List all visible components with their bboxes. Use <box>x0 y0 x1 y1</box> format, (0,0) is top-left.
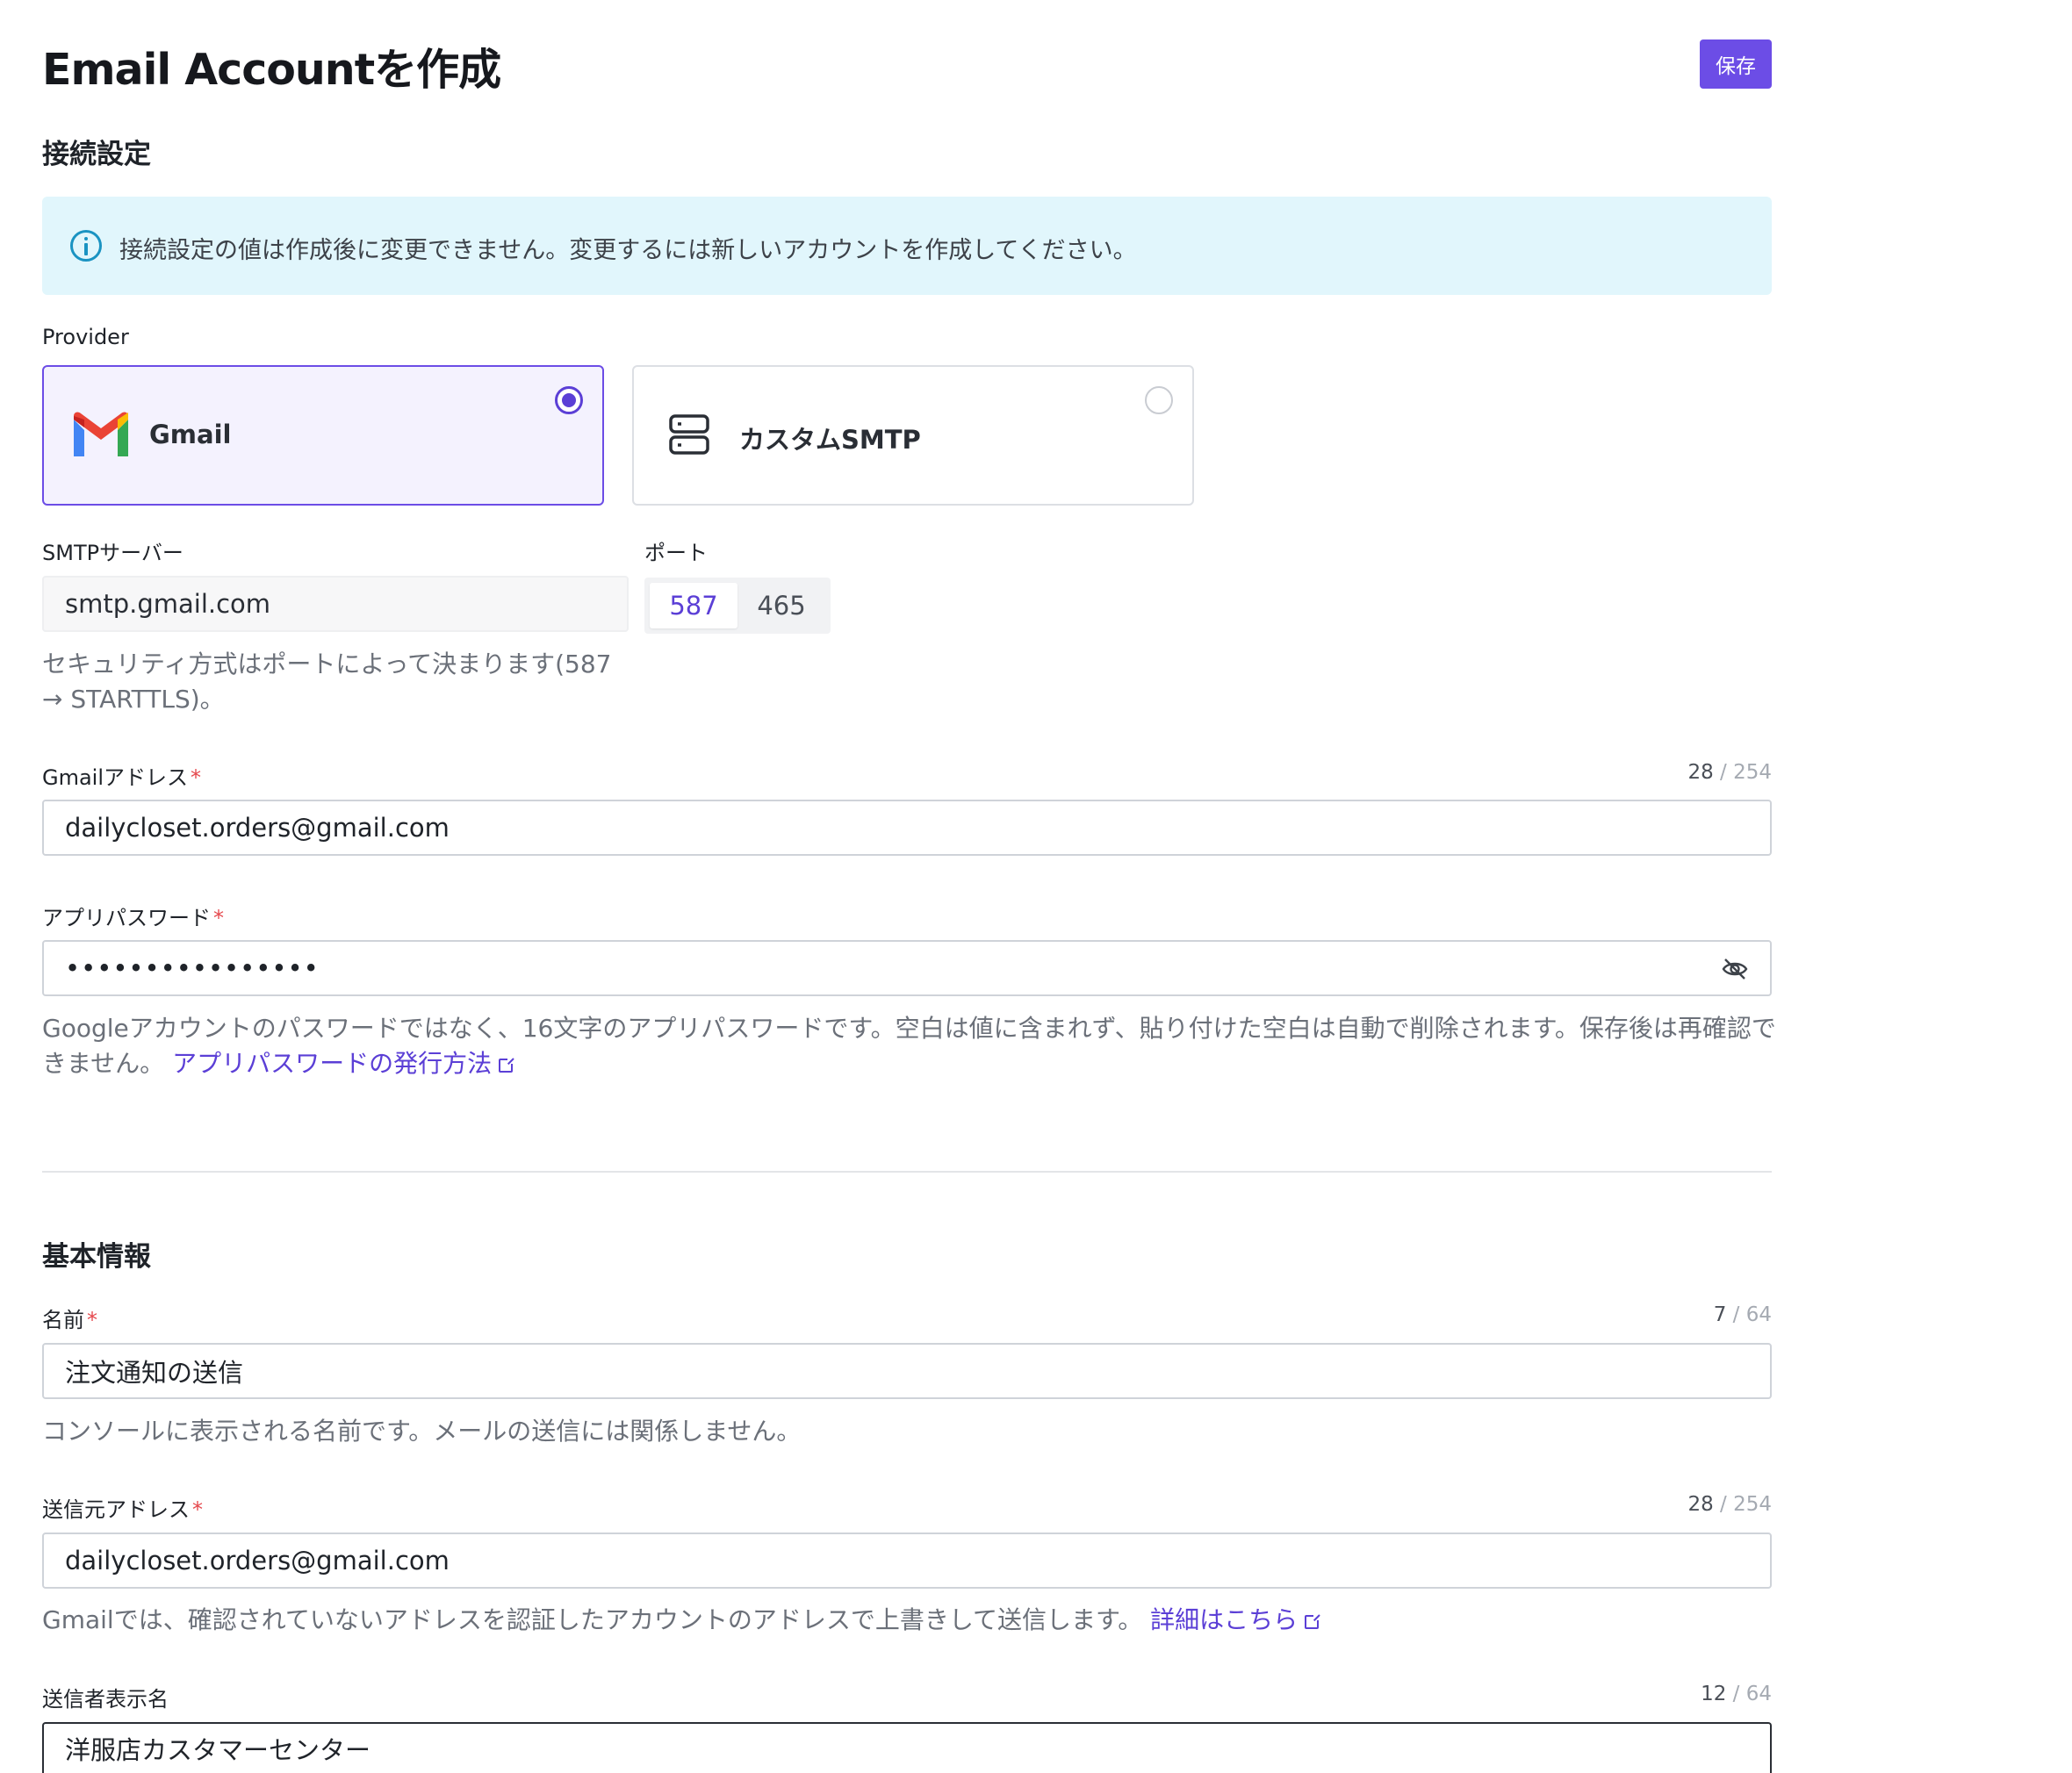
name-help: コンソールに表示される名前です。メールの送信には関係しません。 <box>42 1417 802 1446</box>
app-password-help: Googleアカウントのパスワードではなく、16文字のアプリパスワードです。空白… <box>42 1014 1776 1078</box>
gmail-logo-icon <box>74 412 128 456</box>
provider-option-custom-smtp[interactable]: カスタムSMTP <box>632 365 1194 506</box>
provider-option-gmail[interactable]: Gmail <box>42 365 604 506</box>
page-title: Email Accountを作成 <box>42 45 501 95</box>
provider-label-custom-smtp: カスタムSMTP <box>739 425 921 455</box>
port-option-587[interactable]: 587 <box>650 583 737 628</box>
port-option-465[interactable]: 465 <box>737 583 825 628</box>
section-divider <box>42 1171 1772 1173</box>
from-address-counter: 28 / 254 <box>1687 1493 1772 1516</box>
external-link-icon <box>1305 1613 1321 1629</box>
gmail-address-counter: 28 / 254 <box>1687 761 1772 784</box>
sender-name-label: 送信者表示名 <box>42 1687 169 1712</box>
name-label: 名前 * <box>42 1308 97 1332</box>
info-banner-text: 接続設定の値は作成後に変更できません。変更するには新しいアカウントを作成してくだ… <box>119 237 1137 264</box>
external-link-icon <box>499 1057 515 1073</box>
name-input[interactable] <box>42 1343 1772 1399</box>
provider-label-gmail: Gmail <box>149 420 232 449</box>
basic-section-title: 基本情報 <box>42 1241 151 1273</box>
smtp-server-input <box>42 576 629 632</box>
port-label: ポート <box>644 541 708 565</box>
name-counter: 7 / 64 <box>1713 1303 1772 1326</box>
connection-section-title: 接続設定 <box>42 139 151 170</box>
smtp-server-label: SMTPサーバー <box>42 541 183 565</box>
radio-selected-icon[interactable] <box>555 386 583 414</box>
server-icon <box>669 414 709 455</box>
details-link[interactable]: 詳細はこちら <box>1150 1605 1321 1634</box>
save-button[interactable]: 保存 <box>1700 39 1772 89</box>
radio-unselected-icon[interactable] <box>1145 386 1173 414</box>
app-password-label: アプリパスワード * <box>42 906 224 930</box>
eye-off-icon[interactable] <box>1721 957 1749 981</box>
app-password-input[interactable] <box>42 940 1772 996</box>
sender-name-input[interactable] <box>42 1722 1772 1773</box>
app-password-guide-link[interactable]: アプリパスワードの発行方法 <box>172 1049 515 1078</box>
info-icon <box>70 230 102 262</box>
port-segmented-control[interactable]: 587 465 <box>644 578 831 634</box>
security-help-text: セキュリティ方式はポートによって決まります(587 → STARTTLS)。 <box>42 650 612 714</box>
gmail-address-input[interactable] <box>42 800 1772 856</box>
from-address-label: 送信元アドレス * <box>42 1497 203 1522</box>
from-address-input[interactable] <box>42 1533 1772 1589</box>
provider-label: Provider <box>42 325 129 349</box>
from-address-help: Gmailでは、確認されていないアドレスを認証したアカウントのアドレスで上書きし… <box>42 1603 1321 1638</box>
gmail-address-label: Gmailアドレス * <box>42 765 202 790</box>
sender-name-counter: 12 / 64 <box>1701 1683 1772 1705</box>
